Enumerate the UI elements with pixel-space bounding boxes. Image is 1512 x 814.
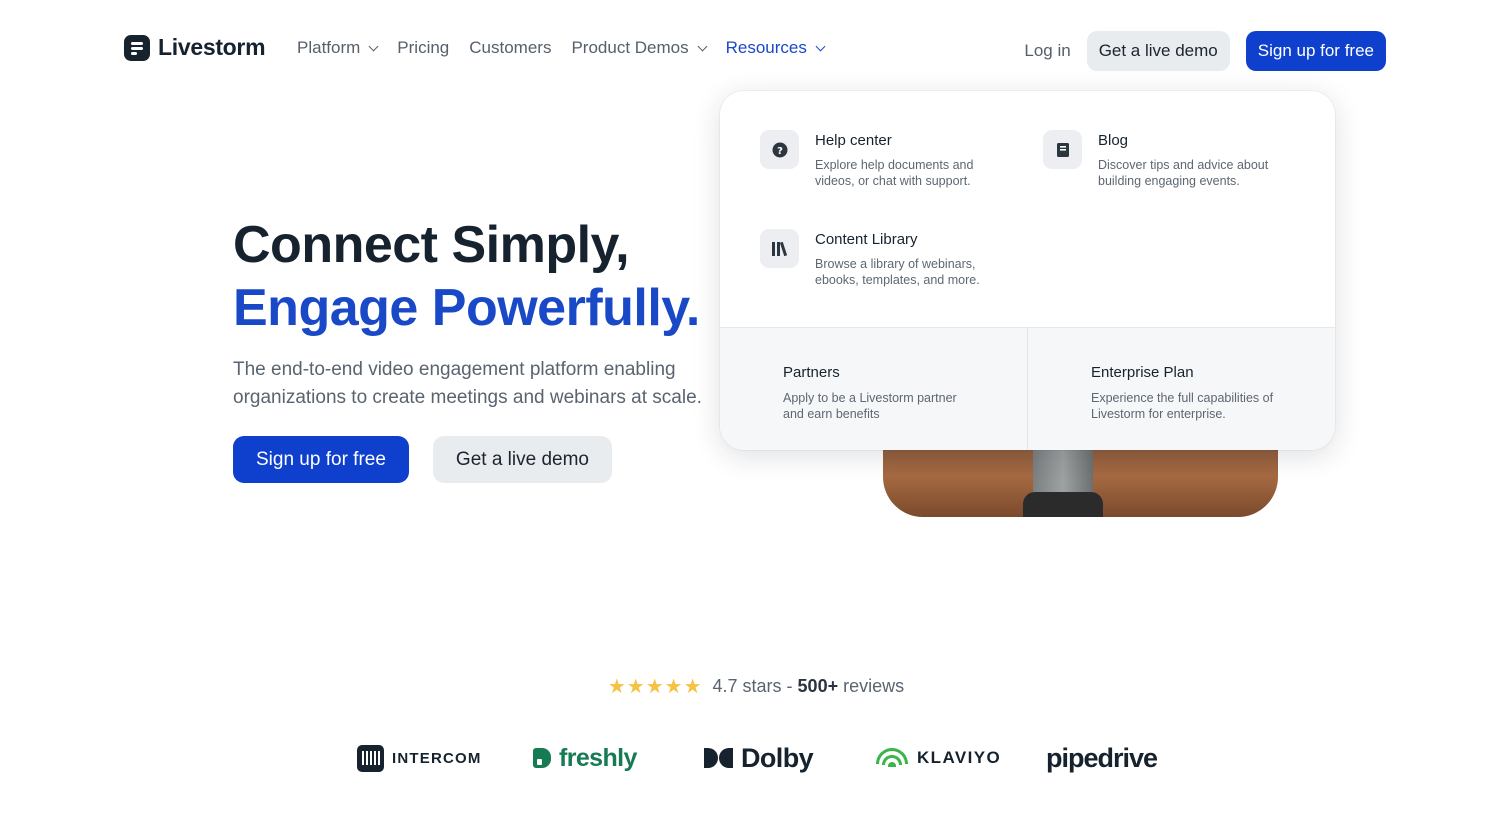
nav-resources[interactable]: Resources [725, 38, 826, 58]
menu-item-desc: Browse a library of webinars, ebooks, te… [815, 257, 980, 287]
intercom-icon [357, 744, 384, 772]
hero-title: Connect Simply, Engage Powerfully. [233, 214, 700, 340]
review-count: 500+ [797, 676, 839, 696]
header-demo-button[interactable]: Get a live demo [1086, 31, 1230, 71]
question-icon: ? [760, 130, 799, 169]
menu-item-desc: Discover tips and advice about building … [1098, 158, 1269, 188]
nav-platform[interactable]: Platform [297, 38, 379, 58]
menu-item-enterprise-plan[interactable]: Enterprise Plan Experience the full capa… [1091, 362, 1281, 422]
logo-klaviyo: KLAVIYO [875, 738, 1001, 778]
nav-product-demos[interactable]: Product Demos [571, 38, 708, 58]
logo-pipedrive: pipedrive [1046, 738, 1158, 778]
book-icon [1043, 130, 1082, 169]
menu-item-help-center[interactable]: ? Help center Explore help documents and… [760, 130, 995, 189]
dolby-icon [704, 748, 733, 768]
star-rating-icon: ★★★★★ [607, 676, 703, 698]
chevron-down-icon [368, 41, 379, 51]
hero-title-line2: Engage Powerfully. [233, 279, 700, 337]
nav-pricing[interactable]: Pricing [397, 38, 449, 58]
header-actions: Log in Get a live demo Sign up for free [1024, 31, 1386, 71]
hero-signup-button[interactable]: Sign up for free [233, 436, 409, 483]
logo-intercom: INTERCOM [357, 738, 482, 778]
livestorm-logo-icon [124, 34, 150, 61]
resources-dropdown: ? Help center Explore help documents and… [720, 91, 1335, 450]
reviews-text: 4.7 stars - 500+ reviews [713, 676, 905, 697]
menu-item-title: Help center [815, 132, 892, 149]
menu-item-desc: Experience the full capabilities of Live… [1091, 391, 1274, 421]
pipedrive-wordmark: pipedrive [1046, 742, 1158, 773]
nav-resources-label: Resources [725, 38, 807, 57]
logo-freshly: freshly [533, 738, 637, 778]
nav-product-demos-label: Product Demos [571, 38, 689, 57]
menu-item-title: Blog [1098, 132, 1129, 149]
logo-text: Livestorm [158, 34, 266, 60]
nav-pricing-label: Pricing [397, 38, 450, 57]
logo-dolby: Dolby [704, 738, 814, 778]
reviews-suffix: reviews [843, 676, 905, 696]
svg-text:?: ? [777, 146, 783, 157]
header-signup-button[interactable]: Sign up for free [1245, 31, 1386, 71]
klaviyo-icon [875, 746, 909, 770]
menu-item-title: Enterprise Plan [1091, 364, 1194, 381]
site-header: Livestorm Platform Pricing Customers Pro… [0, 0, 1512, 100]
menu-item-title: Content Library [815, 231, 918, 248]
hero-title-line1: Connect Simply, [233, 216, 630, 274]
library-icon [760, 229, 799, 268]
reviews-summary: ★★★★★ 4.7 stars - 500+ reviews [0, 674, 1512, 699]
logo[interactable]: Livestorm [124, 34, 266, 61]
hero-ctas: Sign up for free Get a live demo [233, 436, 612, 483]
rating-text: 4.7 stars - [712, 676, 798, 696]
nav-customers-label: Customers [469, 38, 552, 57]
main-nav: Platform Pricing Customers Product Demos… [297, 38, 826, 58]
menu-item-partners[interactable]: Partners Apply to be a Livestorm partner… [783, 362, 973, 422]
freshly-wordmark: freshly [559, 743, 637, 772]
intercom-wordmark: INTERCOM [392, 749, 482, 767]
dolby-wordmark: Dolby [741, 742, 814, 773]
divider [1027, 328, 1028, 450]
login-link[interactable]: Log in [1024, 41, 1070, 61]
menu-item-desc: Apply to be a Livestorm partner and earn… [783, 391, 957, 421]
nav-platform-label: Platform [297, 38, 361, 57]
hero-image-shoe [1023, 492, 1103, 517]
hero-demo-button[interactable]: Get a live demo [432, 436, 612, 483]
menu-item-title: Partners [783, 364, 840, 381]
klaviyo-wordmark: KLAVIYO [917, 748, 1002, 767]
menu-item-desc: Explore help documents and videos, or ch… [815, 158, 974, 188]
menu-item-content-library[interactable]: Content Library Browse a library of webi… [760, 229, 995, 288]
dropdown-footer: Partners Apply to be a Livestorm partner… [720, 327, 1335, 450]
customer-logos: INTERCOM freshly Dolby KLAVIYO pipedrive [0, 738, 1512, 778]
nav-customers[interactable]: Customers [469, 38, 551, 58]
chevron-down-icon [697, 41, 708, 51]
hero-subtitle: The end-to-end video engagement platform… [233, 359, 702, 408]
menu-item-blog[interactable]: Blog Discover tips and advice about buil… [1043, 130, 1278, 189]
freshly-icon [533, 748, 551, 768]
chevron-down-icon [815, 41, 826, 51]
